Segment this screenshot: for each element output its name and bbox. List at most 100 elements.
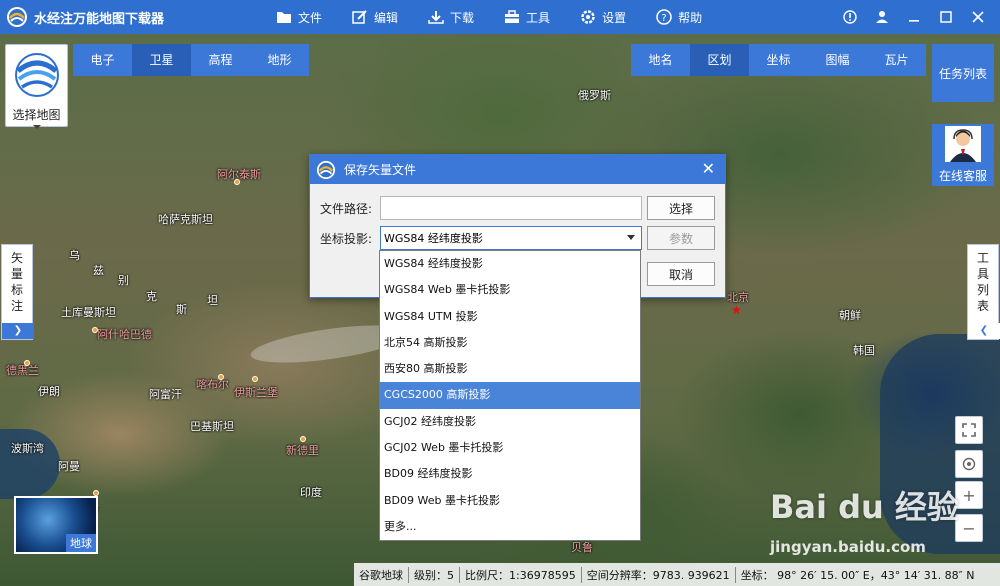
fullscreen-button[interactable]	[955, 416, 983, 444]
tab-satellite[interactable]: 卫星	[132, 44, 191, 76]
params-button[interactable]: 参数	[647, 226, 715, 250]
map-label: 波斯湾	[11, 442, 44, 455]
capital-marker-icon: ★	[731, 303, 742, 317]
minimize-icon[interactable]	[898, 11, 930, 23]
app-title: 水经注万能地图下载器	[34, 11, 165, 27]
globe-logo-icon	[14, 53, 59, 97]
projection-dropdown-list: WGS84 经纬度投影 WGS84 Web 墨卡托投影 WGS84 UTM 投影…	[379, 250, 641, 541]
locate-button[interactable]	[955, 450, 983, 478]
title-bar: 水经注万能地图下载器 文件 编辑 下载 工具 设置 ? 帮助	[0, 0, 1000, 34]
tab-map-sheets[interactable]: 图幅	[808, 44, 867, 76]
map-label: 阿富汗	[149, 388, 182, 401]
online-service-button[interactable]: 在线客服	[932, 124, 994, 186]
fullscreen-icon	[962, 423, 976, 437]
tab-elevation[interactable]: 高程	[191, 44, 250, 76]
customer-service-avatar-icon	[945, 126, 981, 162]
online-service-label: 在线客服	[938, 169, 987, 183]
select-map-button[interactable]: 选择地图	[5, 44, 68, 129]
map-label: 哈萨克斯坦	[158, 213, 213, 226]
app-logo-icon	[7, 7, 27, 27]
map-label: 别	[118, 274, 129, 287]
status-source: 谷歌地球	[354, 566, 409, 583]
file-path-input[interactable]	[380, 196, 642, 220]
select-path-button[interactable]: 选择	[647, 196, 715, 220]
edit-icon	[352, 10, 367, 24]
dropdown-option[interactable]: WGS84 Web 墨卡托投影	[380, 277, 640, 303]
tab-terrain[interactable]: 地形	[250, 44, 309, 76]
map-type-tabs: 电子 卫星 高程 地形	[73, 44, 309, 76]
task-list-button[interactable]: 任务列表	[932, 44, 994, 102]
download-icon	[428, 11, 444, 24]
tab-place-names[interactable]: 地名	[631, 44, 690, 76]
city-marker	[234, 179, 240, 185]
dropdown-option[interactable]: BD09 经纬度投影	[380, 461, 640, 487]
menu-download[interactable]: 下载	[428, 9, 474, 26]
help-icon: ?	[656, 9, 672, 25]
dropdown-option-more[interactable]: 更多...	[380, 514, 640, 540]
chevron-right-icon: ❯	[2, 323, 34, 339]
city-marker	[92, 327, 98, 333]
vector-annotation-panel-toggle[interactable]: 矢 量 标 注 ❯	[1, 244, 34, 340]
menu-help[interactable]: ? 帮助	[656, 9, 702, 26]
map-label: 乌	[69, 249, 80, 262]
dropdown-option[interactable]: 西安80 高斯投影	[380, 356, 640, 382]
zoom-in-button[interactable]: +	[955, 481, 983, 509]
info-icon[interactable]	[834, 10, 866, 24]
city-marker	[218, 374, 224, 380]
menu-file[interactable]: 文件	[276, 9, 322, 26]
zoom-out-button[interactable]: −	[955, 514, 983, 542]
folder-icon	[277, 12, 291, 23]
map-label: 巴基斯坦	[190, 420, 234, 433]
close-icon[interactable]	[962, 11, 994, 23]
earth-view-thumbnail[interactable]: 地球	[14, 496, 98, 554]
earth-view-label: 地球	[66, 534, 96, 552]
locate-icon	[962, 457, 976, 471]
tool-list-panel-toggle[interactable]: 工 具 列 表 ❮	[967, 244, 1000, 340]
tab-tiles[interactable]: 瓦片	[867, 44, 926, 76]
tab-electronic[interactable]: 电子	[73, 44, 132, 76]
tab-boundaries[interactable]: 区划	[690, 44, 749, 76]
menu-tools[interactable]: 工具	[504, 9, 550, 26]
svg-text:?: ?	[661, 13, 666, 24]
map-label: 朝鲜	[839, 309, 861, 322]
map-label: 韩国	[853, 344, 875, 357]
plus-icon: +	[962, 485, 976, 505]
dropdown-option[interactable]: GCJ02 Web 墨卡托投影	[380, 435, 640, 461]
map-label: 伊斯兰堡	[234, 386, 278, 399]
app-logo-icon	[316, 160, 336, 179]
baidu-watermark-url: jingyan.baidu.com	[770, 538, 926, 556]
close-icon[interactable]: ✕	[702, 159, 715, 178]
caret-down-icon	[627, 235, 635, 240]
projection-select[interactable]: WGS84 经纬度投影	[380, 226, 642, 250]
gear-icon	[581, 10, 595, 24]
cancel-button[interactable]: 取消	[647, 262, 715, 286]
vector-annotation-label: 矢 量 标 注	[10, 251, 23, 313]
dropdown-option[interactable]: GCJ02 经纬度投影	[380, 409, 640, 435]
city-marker	[300, 436, 306, 442]
map-label: 伊朗	[38, 385, 60, 398]
map-label: 土库曼斯坦	[61, 306, 116, 319]
status-bar: 谷歌地球 级别：5 比例尺：1:36978595 空间分辨率：9783. 939…	[354, 563, 1000, 586]
dropdown-option[interactable]: WGS84 UTM 投影	[380, 304, 640, 330]
layer-tabs: 地名 区划 坐标 图幅 瓦片	[631, 44, 926, 76]
map-label: 阿曼	[58, 460, 80, 473]
user-icon[interactable]	[866, 10, 898, 24]
tab-coordinates[interactable]: 坐标	[749, 44, 808, 76]
file-path-row: 文件路径:	[320, 196, 642, 220]
maximize-icon[interactable]	[930, 11, 962, 23]
map-label: 新德里	[286, 444, 319, 457]
dropdown-option-highlighted[interactable]: CGCS2000 高斯投影	[380, 382, 640, 409]
dropdown-option[interactable]: BD09 Web 墨卡托投影	[380, 488, 640, 514]
projection-selected-value: WGS84 经纬度投影	[384, 232, 483, 245]
map-label: 喀布尔	[196, 378, 229, 391]
minus-icon: −	[962, 518, 976, 538]
dropdown-option[interactable]: 北京54 高斯投影	[380, 330, 640, 356]
map-label: 贝鲁	[571, 541, 593, 554]
status-level: 级别：5	[409, 566, 460, 583]
menu-edit[interactable]: 编辑	[352, 9, 398, 26]
menu-settings[interactable]: 设置	[580, 9, 626, 26]
map-label: 斯	[176, 303, 187, 316]
dropdown-option[interactable]: WGS84 经纬度投影	[380, 251, 640, 277]
window-controls	[834, 0, 994, 34]
tool-list-label: 工 具 列 表	[976, 251, 989, 313]
